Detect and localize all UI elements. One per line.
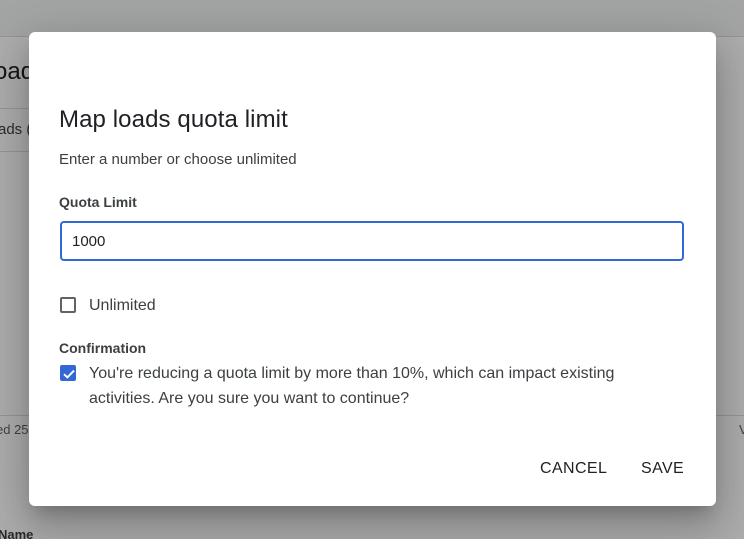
check-icon bbox=[63, 369, 75, 379]
unlimited-checkbox[interactable] bbox=[60, 297, 76, 313]
confirmation-checkbox[interactable] bbox=[60, 365, 76, 381]
unlimited-checkbox-label[interactable]: Unlimited bbox=[89, 297, 156, 315]
quota-limit-dialog: Map loads quota limit Enter a number or … bbox=[29, 32, 716, 506]
cancel-button[interactable]: CANCEL bbox=[530, 452, 617, 486]
quota-limit-input[interactable] bbox=[60, 221, 684, 261]
confirmation-text[interactable]: You're reducing a quota limit by more th… bbox=[89, 361, 669, 411]
dialog-title: Map loads quota limit bbox=[59, 106, 288, 133]
save-button[interactable]: SAVE bbox=[631, 452, 694, 486]
confirmation-label: Confirmation bbox=[59, 340, 147, 356]
quota-limit-label: Quota Limit bbox=[59, 194, 137, 210]
dialog-subtitle: Enter a number or choose unlimited bbox=[59, 151, 297, 168]
